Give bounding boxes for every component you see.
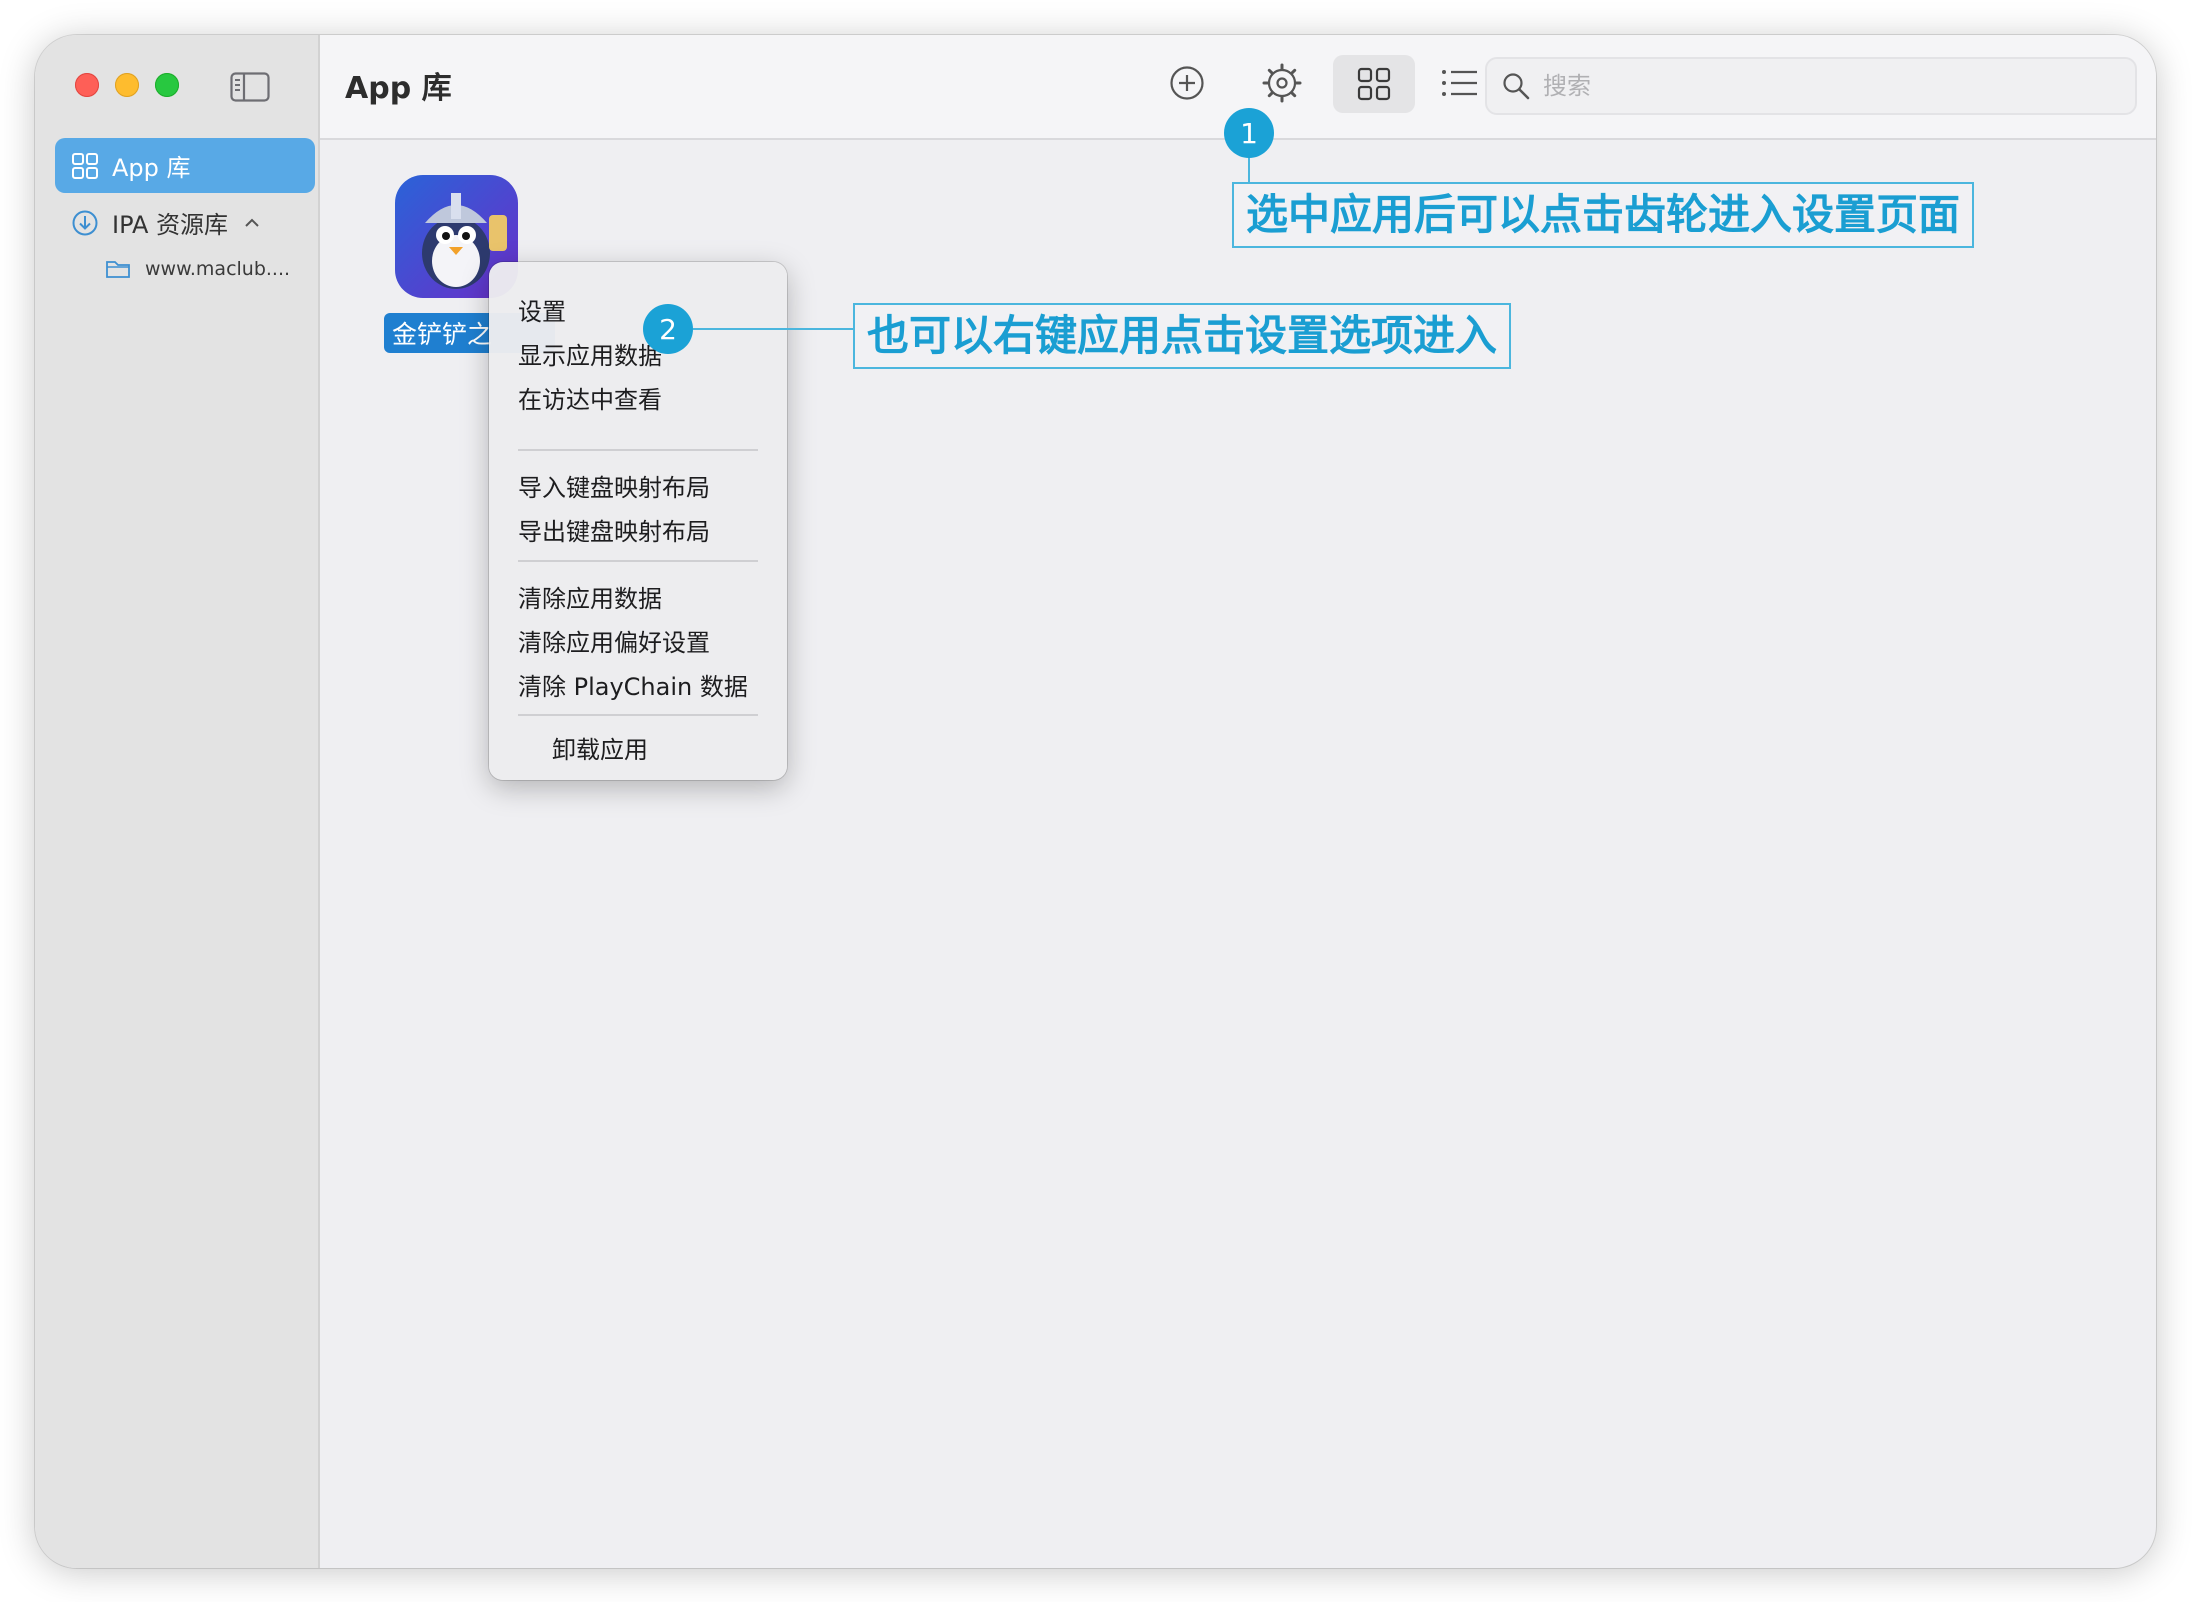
annotation-callout-2: 也可以右键应用点击设置选项进入: [853, 303, 1512, 369]
menu-item-show-in-finder[interactable]: 在访达中查看: [518, 380, 662, 415]
menu-item-show-app-data[interactable]: 显示应用数据: [518, 336, 662, 371]
menu-item-export-keymap[interactable]: 导出键盘映射布局: [518, 512, 710, 547]
annotation-badge-2: 2: [643, 304, 693, 354]
folder-icon: [106, 261, 130, 278]
annotation-callout-1: 选中应用后可以点击齿轮进入设置页面: [1232, 182, 1975, 248]
menu-separator: [518, 560, 758, 562]
sidebar-subitem-source[interactable]: www.maclub....: [105, 258, 290, 280]
menu-separator: [518, 714, 758, 716]
zoom-window-button[interactable]: [155, 73, 179, 97]
menu-item-clear-playchain-data[interactable]: 清除 PlayChain 数据: [518, 667, 748, 702]
sidebar-item-label: App 库: [112, 154, 191, 182]
menu-item-import-keymap[interactable]: 导入键盘映射布局: [518, 468, 710, 503]
search-input[interactable]: [1541, 71, 2105, 101]
menu-item-clear-app-data[interactable]: 清除应用数据: [518, 579, 662, 614]
sidebar-item-app-library[interactable]: App 库: [55, 138, 315, 193]
menu-item-clear-preferences[interactable]: 清除应用偏好设置: [518, 623, 710, 658]
list-view-icon: [1442, 70, 1477, 96]
grid-icon: [72, 152, 98, 179]
sidebar-item-ipa-library[interactable]: IPA 资源库: [55, 195, 315, 250]
sidebar-item-label: IPA 资源库: [112, 211, 229, 239]
app-window: App 库 IPA 资源库 www.maclub.... App 库: [35, 35, 2156, 1568]
page-title: App 库: [345, 71, 452, 106]
sidebar-subitem-label: www.maclub....: [145, 258, 291, 280]
grid-view-button[interactable]: [1333, 55, 1415, 113]
annotation-connector: [693, 328, 853, 330]
add-app-button[interactable]: [1165, 61, 1209, 105]
search-icon: [1503, 73, 1530, 100]
settings-button[interactable]: [1260, 61, 1304, 105]
annotation-connector: [1248, 156, 1250, 183]
chevron-up-icon[interactable]: [242, 213, 262, 233]
download-circle-icon: [72, 210, 98, 235]
close-window-button[interactable]: [75, 73, 99, 97]
context-menu: 设置 显示应用数据 在访达中查看 导入键盘映射布局 导出键盘映射布局 清除应用数…: [489, 262, 787, 780]
minimize-window-button[interactable]: [115, 73, 139, 97]
list-view-button[interactable]: [1438, 61, 1482, 105]
menu-item-uninstall[interactable]: 卸载应用: [552, 730, 648, 765]
menu-item-settings[interactable]: 设置: [518, 292, 566, 327]
annotation-badge-1: 1: [1224, 108, 1274, 158]
search-box[interactable]: [1485, 57, 2137, 115]
plus-circle-icon: [1170, 66, 1204, 100]
sidebar-toggle-icon[interactable]: [230, 72, 270, 102]
grid-view-icon: [1357, 67, 1391, 101]
gear-icon: [1262, 63, 1302, 103]
sidebar: App 库 IPA 资源库 www.maclub....: [35, 35, 320, 1568]
menu-separator: [518, 449, 758, 451]
